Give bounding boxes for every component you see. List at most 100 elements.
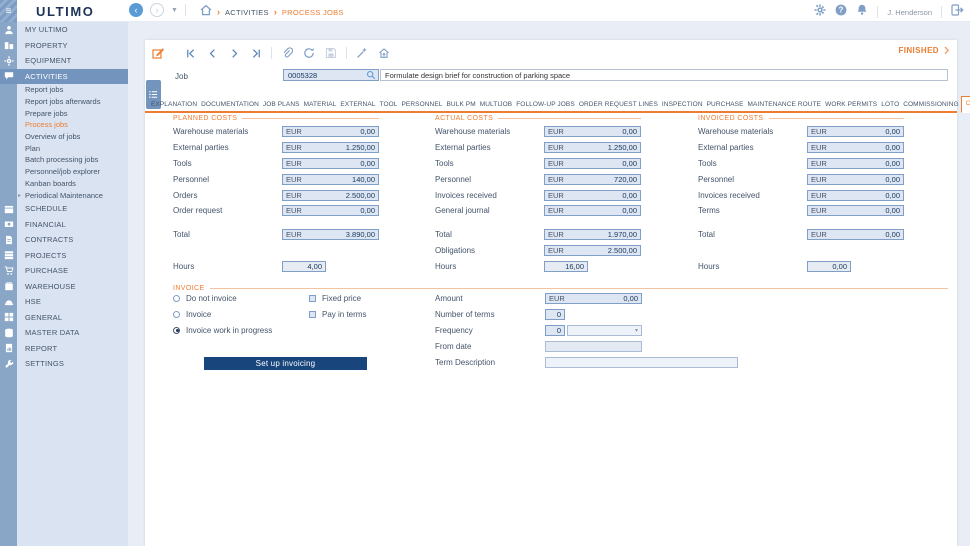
radio-selected-icon[interactable]: [173, 326, 180, 334]
last-record-icon[interactable]: [249, 46, 263, 60]
tab-personnel[interactable]: PERSONNEL: [400, 98, 445, 111]
sidebar-item-property[interactable]: PROPERTY: [0, 38, 128, 54]
currency-input[interactable]: EUR 0,00: [544, 189, 641, 201]
sidebar-item-equipment[interactable]: EQUIPMENT: [0, 53, 128, 69]
next-record-icon[interactable]: [227, 46, 241, 60]
previous-record-icon[interactable]: [205, 46, 219, 60]
term-description-input[interactable]: [545, 356, 738, 368]
user-name[interactable]: J. Henderson: [887, 8, 932, 17]
sidebar-subitem-overview-of-jobs[interactable]: Overview of jobs: [0, 131, 128, 143]
tab-follow-up-jobs[interactable]: FOLLOW-UP JOBS: [514, 98, 577, 111]
number-of-terms-input[interactable]: 0: [545, 308, 565, 320]
tab-multijob[interactable]: MULTIJOB: [478, 98, 514, 111]
sidebar-item-projects[interactable]: PROJECTS: [0, 247, 128, 263]
currency-input[interactable]: EUR 0,00: [807, 205, 904, 217]
currency-input[interactable]: EUR 0,00: [807, 189, 904, 201]
sidebar-item-financial[interactable]: FINANCIAL: [0, 216, 128, 232]
attachment-icon[interactable]: [280, 46, 294, 60]
set-up-invoicing-button[interactable]: Set up invoicing: [204, 357, 367, 370]
sidebar-subitem-periodical-maintenance[interactable]: ▸ Periodical Maintenance: [0, 189, 128, 201]
status-badge[interactable]: FINISHED: [898, 46, 951, 55]
checkbox-icon[interactable]: [309, 310, 316, 318]
sidebar-subitem-prepare-jobs[interactable]: Prepare jobs: [0, 107, 128, 119]
tab-work-permits[interactable]: WORK PERMITS: [823, 98, 879, 111]
sidebar-item-purchase[interactable]: PURCHASE: [0, 263, 128, 279]
wizard-wand-icon[interactable]: [355, 46, 369, 60]
tab-purchase[interactable]: PURCHASE: [705, 98, 746, 111]
tab-inspection[interactable]: INSPECTION: [660, 98, 705, 111]
job-description-input[interactable]: Formulate design brief for construction …: [380, 69, 948, 81]
currency-input[interactable]: EUR 1.250,00: [544, 142, 641, 154]
hamburger-menu-icon[interactable]: ≡: [0, 0, 17, 22]
currency-input[interactable]: EUR 0,00: [282, 157, 379, 169]
hours-input[interactable]: 0,00: [807, 260, 851, 272]
back-icon[interactable]: ‹: [129, 3, 143, 17]
sidebar-subitem-report-jobs-afterwards[interactable]: Report jobs afterwards: [0, 96, 128, 108]
currency-input[interactable]: EUR 0,00: [807, 126, 904, 138]
sidebar-item-warehouse[interactable]: WAREHOUSE: [0, 278, 128, 294]
radio-icon[interactable]: [173, 294, 180, 302]
amount-input[interactable]: EUR 0,00: [545, 292, 642, 304]
currency-input[interactable]: EUR 0,00: [807, 229, 904, 241]
sidebar-subitem-batch-processing-jobs[interactable]: Batch processing jobs: [0, 154, 128, 166]
sidebar-item-report[interactable]: REPORT: [0, 340, 128, 356]
currency-input[interactable]: EUR 0,00: [807, 173, 904, 185]
radio-do-not-invoice[interactable]: Do not invoice: [173, 290, 272, 306]
currency-input[interactable]: EUR 0,00: [807, 142, 904, 154]
first-record-icon[interactable]: [183, 46, 197, 60]
search-icon[interactable]: [366, 70, 376, 80]
sidebar-item-settings[interactable]: SETTINGS: [0, 356, 128, 372]
from-date-input[interactable]: [545, 340, 642, 352]
history-dropdown-caret-icon[interactable]: ▼: [171, 7, 178, 14]
currency-input[interactable]: EUR 140,00: [282, 173, 379, 185]
job-code-input[interactable]: 0005328: [283, 69, 379, 81]
currency-input[interactable]: EUR 0,00: [807, 157, 904, 169]
tab-maintenance-route[interactable]: MAINTENANCE ROUTE: [746, 98, 824, 111]
edit-icon[interactable]: [151, 46, 165, 60]
tab-costs[interactable]: COSTS: [960, 96, 970, 113]
tab-loto[interactable]: LOTO: [879, 98, 901, 111]
forward-icon[interactable]: ›: [150, 3, 164, 17]
currency-input[interactable]: EUR 3.890,00: [282, 229, 379, 241]
tab-material[interactable]: MATERIAL: [302, 98, 339, 111]
sidebar-item-contracts[interactable]: CONTRACTS: [0, 232, 128, 248]
help-icon[interactable]: ?: [835, 3, 847, 21]
radio-invoice-work-in-progress[interactable]: Invoice work in progress: [173, 322, 272, 338]
home-icon[interactable]: [200, 3, 212, 21]
currency-input[interactable]: EUR 0,00: [282, 205, 379, 217]
currency-input[interactable]: EUR 2.500,00: [544, 244, 641, 256]
tab-external[interactable]: EXTERNAL: [338, 98, 377, 111]
publish-home-icon[interactable]: [377, 46, 391, 60]
currency-input[interactable]: EUR 0,00: [544, 157, 641, 169]
tab-job-plans[interactable]: JOB PLANS: [261, 98, 302, 111]
sidebar-item-hse[interactable]: HSE: [0, 294, 128, 310]
currency-input[interactable]: EUR 2.500,00: [282, 189, 379, 201]
currency-input[interactable]: EUR 720,00: [544, 173, 641, 185]
sidebar-item-my-ultimo[interactable]: MY ULTIMO: [0, 22, 128, 38]
hours-input[interactable]: 16,00: [544, 260, 588, 272]
breadcrumb-activities[interactable]: ACTIVITIES: [225, 8, 269, 17]
tab-order-request-lines[interactable]: ORDER REQUEST LINES: [577, 98, 660, 111]
radio-invoice[interactable]: Invoice: [173, 306, 272, 322]
notifications-bell-icon[interactable]: [856, 3, 868, 21]
sidebar-item-schedule[interactable]: SCHEDULE: [0, 201, 128, 217]
sidebar-subitem-report-jobs[interactable]: Report jobs: [0, 84, 128, 96]
currency-input[interactable]: EUR 0,00: [282, 126, 379, 138]
sidebar-subitem-process-jobs[interactable]: Process jobs: [0, 119, 128, 131]
save-icon[interactable]: [324, 46, 338, 60]
currency-input[interactable]: EUR 1.250,00: [282, 142, 379, 154]
checkbox-fixed-price[interactable]: Fixed price: [309, 290, 366, 306]
sidebar-subitem-plan[interactable]: Plan: [0, 142, 128, 154]
checkbox-icon[interactable]: [309, 294, 316, 302]
refresh-icon[interactable]: [302, 46, 316, 60]
tab-commissioning[interactable]: COMMISSIONING: [901, 98, 960, 111]
tab-explanation[interactable]: EXPLANATION: [149, 98, 199, 111]
frequency-dropdown[interactable]: ▾: [567, 324, 642, 336]
frequency-number-input[interactable]: 0: [545, 324, 565, 336]
sidebar-subitem-personnel-job-explorer[interactable]: Personnel/job explorer: [0, 166, 128, 178]
tab-documentation[interactable]: DOCUMENTATION: [199, 98, 261, 111]
hours-input[interactable]: 4,00: [282, 260, 326, 272]
currency-input[interactable]: EUR 0,00: [544, 205, 641, 217]
settings-gear-icon[interactable]: [814, 3, 826, 21]
sidebar-item-master-data[interactable]: MASTER DATA: [0, 325, 128, 341]
